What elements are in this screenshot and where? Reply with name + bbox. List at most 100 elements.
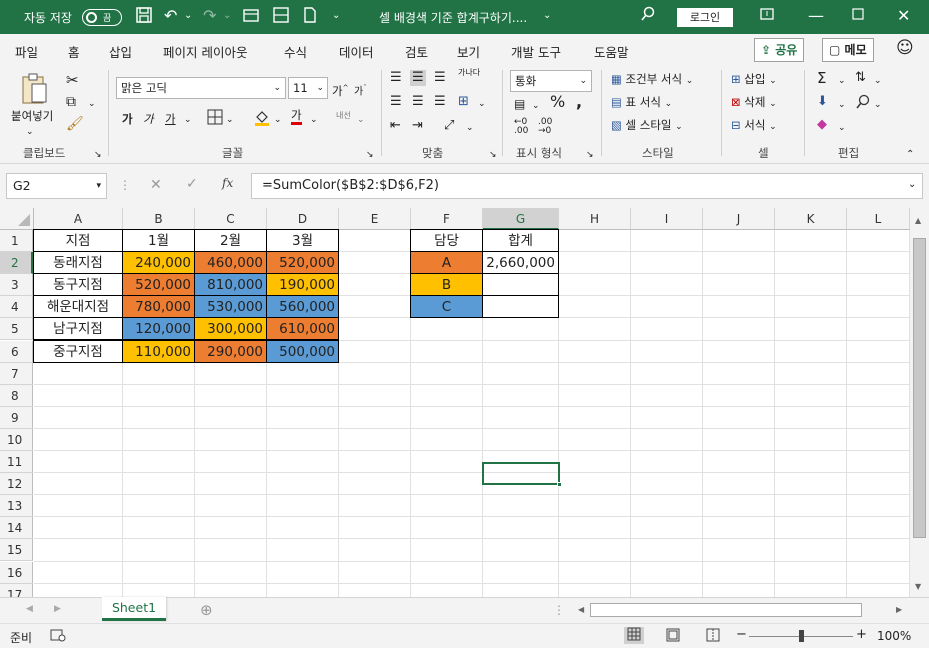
sales-value-cell[interactable]: 780,000 — [122, 295, 195, 319]
sales-value-cell[interactable]: 240,000 — [122, 251, 195, 275]
borders-dropdown-icon[interactable]: ⌄ — [226, 112, 234, 128]
font-launcher-icon[interactable]: ↘ — [366, 147, 374, 163]
tab-formulas[interactable]: 수식 — [284, 42, 307, 61]
tab-page-layout[interactable]: 페이지 레이아웃 — [163, 42, 247, 61]
smiley-feedback-icon[interactable]: ☺ — [896, 38, 914, 58]
underline-dropdown-icon[interactable]: ⌄ — [184, 112, 192, 128]
row-header-12[interactable]: 12 — [0, 473, 33, 496]
sheet-tab-sheet1[interactable]: Sheet1 — [102, 597, 166, 621]
tab-split-icon[interactable]: ⋮ — [553, 603, 565, 617]
comments-button[interactable]: ▢ 메모 — [822, 38, 874, 62]
tab-insert[interactable]: 삽입 — [109, 42, 132, 61]
title-dropdown-icon[interactable]: ⌄ — [543, 6, 551, 26]
orientation-dropdown-icon[interactable]: ⌄ — [466, 120, 474, 136]
branch-name-cell[interactable]: 동래지점 — [33, 251, 123, 275]
vertical-scroll-thumb[interactable] — [913, 238, 926, 538]
new-sheet-icon[interactable] — [242, 6, 260, 29]
borders-icon[interactable] — [207, 109, 223, 129]
decrease-decimal-icon[interactable]: .00 →0 — [538, 118, 552, 136]
merge-center-icon[interactable]: ⊞ — [458, 94, 469, 110]
add-sheet-icon[interactable]: ⊕ — [200, 601, 213, 619]
align-top-icon[interactable]: ☰ — [390, 70, 402, 86]
phonetic-dropdown-icon[interactable]: ⌄ — [357, 112, 365, 128]
prev-sheet-icon[interactable]: ◀ — [26, 604, 33, 614]
row-header-3[interactable]: 3 — [0, 274, 33, 297]
page-break-view-icon[interactable] — [706, 628, 720, 645]
column-header-g[interactable]: G — [483, 208, 559, 230]
close-icon[interactable]: ✕ — [897, 6, 910, 26]
format-as-table-button[interactable]: ▤ 표 서식 ⌄ — [611, 94, 672, 112]
row-header-15[interactable]: 15 — [0, 539, 33, 562]
align-right-icon[interactable]: ☰ — [434, 94, 446, 110]
number-format-select[interactable]: 통화 ⌄ — [510, 70, 592, 92]
font-color-button[interactable]: 가 — [291, 108, 302, 125]
format-cells-button[interactable]: ⊟ 서식 ⌄ — [731, 117, 777, 135]
paste-button[interactable]: 붙여넣기 — [11, 108, 53, 124]
login-button[interactable]: 로그인 — [677, 8, 733, 27]
sales-value-cell[interactable]: 110,000 — [122, 339, 195, 363]
decrease-font-icon[interactable]: 가ˇ — [354, 80, 367, 100]
copy-dropdown-icon[interactable]: ⌄ — [88, 96, 96, 112]
autosum-icon[interactable]: Σ — [817, 70, 826, 86]
tab-view[interactable]: 보기 — [457, 42, 480, 61]
branch-name-cell[interactable]: 해운대지점 — [33, 295, 123, 319]
branch-name-cell[interactable]: 중구지점 — [33, 339, 123, 363]
increase-font-icon[interactable]: 가^ — [332, 80, 348, 99]
row-header-13[interactable]: 13 — [0, 495, 33, 518]
maximize-icon[interactable] — [851, 6, 865, 26]
tab-developer[interactable]: 개발 도구 — [511, 42, 561, 61]
column-header-c[interactable]: C — [195, 208, 267, 230]
column-header-d[interactable]: D — [267, 208, 339, 230]
insert-function-icon[interactable]: fx — [222, 176, 233, 190]
accounting-dropdown-icon[interactable]: ⌄ — [532, 98, 540, 114]
decrease-indent-icon[interactable]: ⇤ — [390, 118, 401, 134]
zoom-slider-thumb[interactable] — [799, 630, 804, 642]
horizontal-scroll-thumb[interactable] — [590, 603, 862, 617]
qat-customize-icon[interactable]: ⌄ — [332, 6, 340, 26]
enter-icon[interactable]: ✓ — [186, 176, 198, 192]
font-color-dropdown-icon[interactable]: ⌄ — [310, 112, 318, 128]
row-header-16[interactable]: 16 — [0, 561, 33, 584]
find-select-icon[interactable] — [855, 94, 871, 114]
undo-dropdown-icon[interactable]: ⌄ — [184, 6, 192, 26]
row-header-2[interactable]: 2 — [0, 252, 33, 275]
summary-header-cell[interactable]: 담당 — [410, 229, 483, 252]
accounting-format-icon[interactable]: ▤ — [514, 96, 525, 112]
sort-filter-icon[interactable]: ⇅ — [855, 70, 866, 86]
minimize-icon[interactable]: — — [808, 6, 824, 26]
tab-data[interactable]: 데이터 — [339, 42, 374, 61]
copy-icon[interactable]: ⧉ — [66, 94, 76, 110]
underline-button[interactable]: 가 — [165, 111, 176, 127]
sales-value-cell[interactable]: 560,000 — [266, 295, 339, 319]
sales-value-cell[interactable]: 530,000 — [194, 295, 267, 319]
tab-help[interactable]: 도움말 — [594, 42, 629, 61]
scroll-left-icon[interactable]: ◀ — [578, 605, 584, 614]
sum-total-cell[interactable] — [482, 273, 559, 297]
sales-value-cell[interactable]: 500,000 — [266, 339, 339, 363]
column-header-b[interactable]: B — [123, 208, 195, 230]
row-header-4[interactable]: 4 — [0, 296, 33, 319]
cut-icon[interactable]: ✂ — [66, 72, 79, 88]
align-bottom-icon[interactable]: ☰ — [434, 70, 446, 86]
sales-value-cell[interactable]: 120,000 — [122, 317, 195, 341]
tab-review[interactable]: 검토 — [405, 42, 428, 61]
phonetic-guide-button[interactable]: 내선 — [336, 108, 351, 124]
table-header-cell[interactable]: 2월 — [194, 229, 267, 252]
column-header-i[interactable]: I — [631, 208, 703, 230]
align-center-icon[interactable]: ☰ — [412, 94, 424, 110]
scroll-up-icon[interactable]: ▲ — [915, 216, 921, 225]
merge-dropdown-icon[interactable]: ⌄ — [478, 96, 486, 112]
conditional-format-button[interactable]: ▦ 조건부 서식 ⌄ — [611, 71, 693, 89]
sales-value-cell[interactable]: 300,000 — [194, 317, 267, 341]
increase-decimal-icon[interactable]: ←0.00 — [514, 118, 528, 136]
row-header-9[interactable]: 9 — [0, 406, 33, 429]
table-header-cell[interactable]: 지점 — [33, 229, 123, 252]
column-header-k[interactable]: K — [775, 208, 847, 230]
clipboard-launcher-icon[interactable]: ↘ — [94, 147, 102, 163]
row-header-6[interactable]: 6 — [0, 340, 33, 363]
sales-value-cell[interactable]: 460,000 — [194, 251, 267, 275]
sales-value-cell[interactable]: 290,000 — [194, 339, 267, 363]
wrap-text-button[interactable]: 가나다 — [458, 68, 480, 77]
row-header-5[interactable]: 5 — [0, 318, 33, 341]
accessibility-icon[interactable] — [50, 628, 66, 645]
